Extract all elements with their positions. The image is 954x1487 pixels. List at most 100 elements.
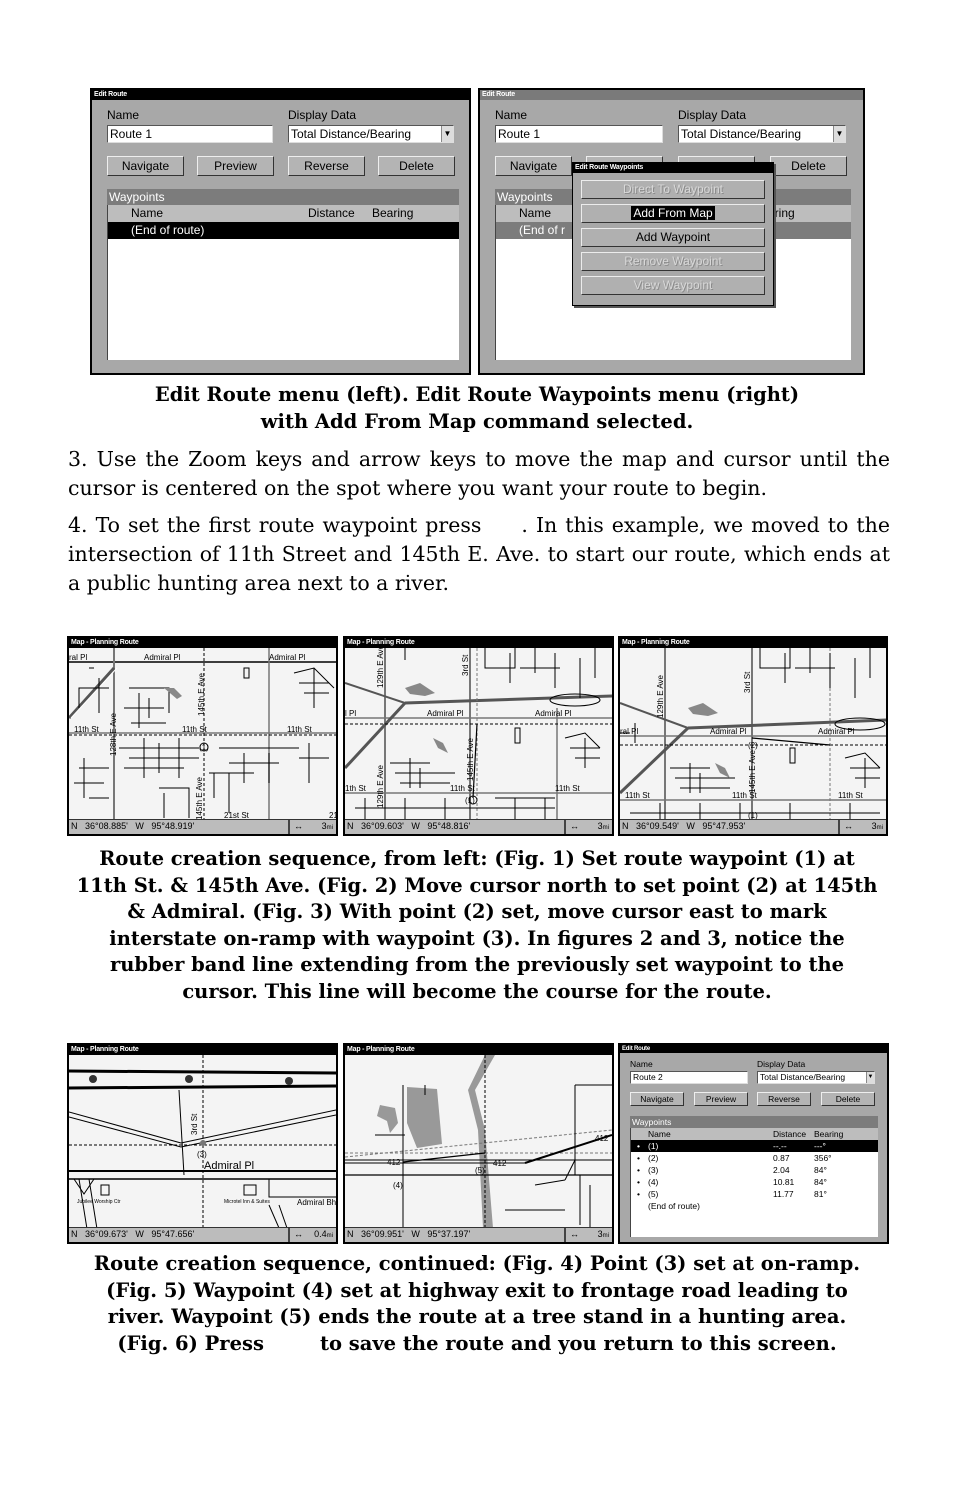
preview-button[interactable]: Preview xyxy=(197,156,274,176)
map-label: 128th E Ave xyxy=(109,712,118,756)
col-name: Name xyxy=(648,1129,671,1139)
chevron-down-icon[interactable]: ▼ xyxy=(866,1072,874,1083)
map-title: Map - Planning Route xyxy=(345,638,612,648)
chevron-down-icon[interactable]: ▼ xyxy=(441,126,453,142)
window-title: Edit Route xyxy=(92,90,469,100)
add-from-map-button[interactable]: Add From Map xyxy=(581,204,765,223)
waypoints-list: Name Distance Bearing (End of route) xyxy=(107,205,459,360)
map-canvas[interactable]: Admiral Pl Admiral Pl ral Pl 145th E Ave… xyxy=(69,648,336,820)
map-title: Map - Planning Route xyxy=(620,638,886,648)
chevron-down-icon[interactable]: ▼ xyxy=(833,126,845,142)
waypoints-header: Waypoints xyxy=(107,189,459,205)
waypoint-row[interactable]: • (2) 0.87 356° xyxy=(631,1152,878,1164)
scale-unit: mi xyxy=(326,1233,333,1239)
scale-value: 0.4 xyxy=(314,1229,327,1239)
caption-line: Route creation sequence, continued: (Fig… xyxy=(93,1252,861,1275)
navigate-button[interactable]: Navigate xyxy=(107,156,184,176)
edit-route-screen-right: Edit Route Name Route 1 Display Data Tot… xyxy=(478,88,865,375)
waypoint-name: (End of route) xyxy=(131,223,205,237)
coordinates: N 36°09.951' W 95°37.197' xyxy=(347,1228,470,1241)
waypoint-row[interactable]: (End of route) xyxy=(631,1200,878,1212)
window-title: Edit Route xyxy=(480,90,863,100)
delete-button[interactable]: Delete xyxy=(378,156,455,176)
waypoint-bearing: 81° xyxy=(814,1189,827,1199)
caption-line: rubber band line extending from the prev… xyxy=(109,953,845,976)
waypoint-icon: • xyxy=(637,1153,640,1163)
delete-button[interactable]: Delete xyxy=(821,1092,875,1106)
zoom-scale: ↔ 3mi xyxy=(288,820,336,834)
remove-waypoint-button[interactable]: Remove Waypoint xyxy=(581,252,765,271)
reverse-button[interactable]: Reverse xyxy=(757,1092,811,1106)
map-figure-5: Map - Planning Route (4) (5) 412 412 412… xyxy=(343,1043,614,1244)
map-label: Admiral Pl xyxy=(204,1160,254,1172)
map-canvas[interactable]: (4) (5) 412 412 412 xyxy=(345,1055,612,1235)
display-data-select[interactable]: Total Distance/Bearing ▼ xyxy=(757,1071,875,1084)
map-label: 129th E Ave xyxy=(376,648,385,688)
waypoint-bearing: 84° xyxy=(814,1177,827,1187)
map-drawing: Admiral Pl Admiral Pl ral Pl 3rd St 129t… xyxy=(620,648,886,820)
name-label: Name xyxy=(630,1059,653,1069)
route-name-input[interactable]: Route 1 xyxy=(107,125,273,143)
caption-line: 11th St. & 145th Ave. (Fig. 2) Move curs… xyxy=(76,873,878,897)
map-canvas[interactable]: 3rd St (3) Admiral Pl Jubilee Worship Ct… xyxy=(69,1055,336,1230)
step-3-paragraph: 3. Use the Zoom keys and arrow keys to m… xyxy=(68,447,890,500)
window-title: Edit Route xyxy=(620,1045,887,1053)
map-label: 11th St xyxy=(182,725,208,734)
waypoint-row[interactable]: • (3) 2.04 84° xyxy=(631,1164,878,1176)
longitude: W 95°47.953' xyxy=(686,821,746,831)
caption-line: (Fig. 5) Waypoint (4) set at highway exi… xyxy=(106,1278,848,1302)
horizontal-arrows-icon: ↔ xyxy=(294,1229,303,1239)
reverse-button[interactable]: Reverse xyxy=(288,156,365,176)
waypoint-distance: 11.77 xyxy=(773,1189,794,1199)
map-status-bar: N 36°09.549' W 95°47.953' ↔ 3mi xyxy=(620,819,886,834)
navigate-button[interactable]: Navigate xyxy=(630,1092,684,1106)
waypoint-row[interactable]: • (4) 10.81 84° xyxy=(631,1176,878,1188)
scale-unit: mi xyxy=(602,1233,609,1239)
caption-line: cursor. This line will become the course… xyxy=(182,979,772,1003)
caption-line: river. Waypoint (5) ends the route at a … xyxy=(107,1305,847,1328)
add-waypoint-button[interactable]: Add Waypoint xyxy=(581,228,765,247)
map-canvas[interactable]: Admiral Pl Admiral Pl 3rd St 129th E Ave… xyxy=(345,644,612,820)
latitude: N 36°09.549' xyxy=(622,821,679,831)
zoom-scale: ↔ 0.4mi xyxy=(288,1228,336,1242)
horizontal-arrows-icon: ↔ xyxy=(844,821,853,831)
display-data-value: Total Distance/Bearing xyxy=(760,1072,846,1082)
waypoint-distance: 0.87 xyxy=(773,1153,790,1163)
waypoint-marker: (5) xyxy=(475,1166,485,1175)
highway-shield: 412 xyxy=(387,1158,401,1167)
highway-shield: 412 xyxy=(493,1159,507,1168)
direct-to-waypoint-button[interactable]: Direct To Waypoint xyxy=(581,180,765,199)
map-label: 11th St xyxy=(555,784,581,793)
col-name: Name xyxy=(519,206,552,220)
map-label: Admiral Pl xyxy=(427,709,464,718)
latitude: N 36°09.673' xyxy=(71,1229,128,1239)
waypoints-list: Name Distance Bearing • (1) --.-- ---° • (2) 0… xyxy=(630,1128,878,1237)
display-data-label: Display Data xyxy=(757,1059,806,1069)
display-data-select[interactable]: Total Distance/Bearing ▼ xyxy=(288,125,454,143)
name-label: Name xyxy=(495,108,528,122)
view-waypoint-button[interactable]: View Waypoint xyxy=(581,276,765,295)
waypoint-row[interactable]: • (5) 11.77 81° xyxy=(631,1188,878,1200)
caption-line: Edit Route menu (left). Edit Route Waypo… xyxy=(154,383,800,406)
map-label: 11th St xyxy=(732,791,758,800)
edit-route-screen-left: Edit Route Name Route 1 Display Data Tot… xyxy=(90,88,471,375)
delete-button[interactable]: Delete xyxy=(770,156,847,176)
step-4-paragraph: 4. To set the first route waypoint press… xyxy=(68,511,890,598)
map-label: 11th St xyxy=(287,725,313,734)
route-name-input[interactable]: Route 1 xyxy=(495,125,663,143)
map-title: Map - Planning Route xyxy=(345,1045,612,1055)
route-name-input[interactable]: Route 2 xyxy=(630,1071,748,1084)
map-canvas[interactable]: Admiral Pl Admiral Pl ral Pl 3rd St 129t… xyxy=(620,648,886,820)
waypoint-row[interactable]: • (1) --.-- ---° xyxy=(631,1140,878,1152)
map-figure-4: Map - Planning Route 3rd St (3) Admiral … xyxy=(67,1043,338,1244)
preview-button[interactable]: Preview xyxy=(694,1092,748,1106)
waypoint-row[interactable]: (End of route) xyxy=(108,222,459,239)
waypoints-header: Waypoints xyxy=(630,1116,878,1128)
latitude: N 36°09.603' xyxy=(347,821,404,831)
display-data-select[interactable]: Total Distance/Bearing ▼ xyxy=(678,125,846,143)
map-title: Map - Planning Route xyxy=(69,638,336,648)
step-4-text-a: 4. To set the first route waypoint press xyxy=(68,513,482,537)
waypoint-name: (End of r xyxy=(519,223,566,237)
caption-line: Route creation sequence, from left: (Fig… xyxy=(99,847,855,870)
navigate-button[interactable]: Navigate xyxy=(495,156,572,176)
